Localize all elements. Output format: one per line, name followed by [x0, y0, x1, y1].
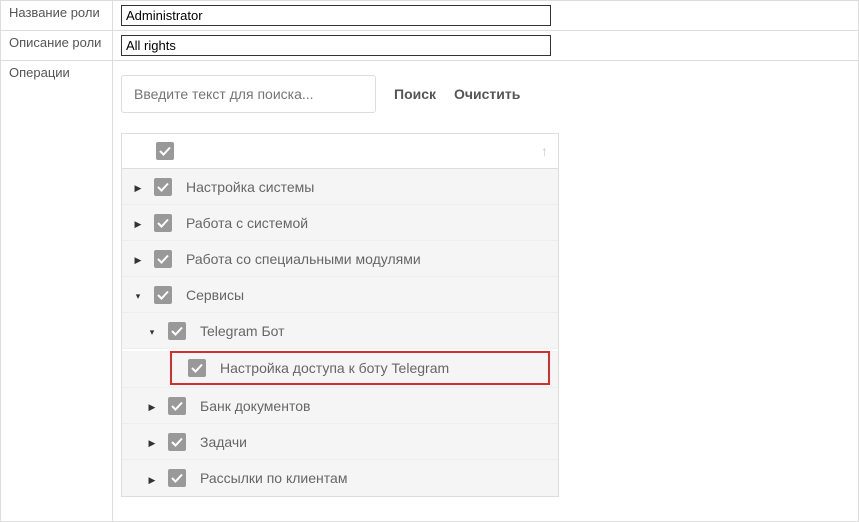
row-checkbox[interactable] [154, 286, 172, 304]
row-checkbox[interactable] [154, 178, 172, 196]
check-icon [157, 253, 169, 265]
expand-right-icon[interactable]: ▶ [149, 475, 156, 486]
expand-right-icon[interactable]: ▶ [135, 255, 142, 266]
tree-row[interactable]: ▾ Telegram Бот [122, 313, 558, 349]
check-icon [171, 436, 183, 448]
tree-item-label: Сервисы [186, 287, 244, 303]
clear-button[interactable]: Очистить [454, 86, 520, 102]
tree-row[interactable]: ▶ Настройка системы [122, 169, 558, 205]
tree-header: ↑ [122, 134, 558, 169]
tree-row[interactable]: ▶ Работа с системой [122, 205, 558, 241]
search-row: Поиск Очистить [121, 75, 850, 113]
check-icon [171, 400, 183, 412]
tree-row[interactable]: ▶ Работа со специальными модулями [122, 241, 558, 277]
check-icon [159, 145, 171, 157]
select-all-checkbox[interactable] [156, 142, 174, 160]
tree-item-label: Рассылки по клиентам [200, 470, 347, 486]
tree-item-label: Настройка системы [186, 179, 314, 195]
check-icon [157, 181, 169, 193]
expand-right-icon[interactable]: ▶ [135, 183, 142, 194]
tree-row[interactable]: ▶ Задачи [122, 424, 558, 460]
role-name-input[interactable] [121, 5, 551, 26]
row-checkbox[interactable] [154, 214, 172, 232]
tree-item-label: Банк документов [200, 398, 310, 414]
row-checkbox[interactable] [168, 469, 186, 487]
expand-right-icon[interactable]: ▶ [149, 402, 156, 413]
check-icon [171, 472, 183, 484]
role-desc-label: Описание роли [1, 31, 113, 61]
sort-up-icon[interactable]: ↑ [541, 143, 548, 159]
expand-down-icon[interactable]: ▾ [136, 291, 141, 302]
operations-panel: Поиск Очистить ↑ ▶ Настройка систе [121, 65, 850, 517]
row-checkbox[interactable] [168, 397, 186, 415]
check-icon [157, 289, 169, 301]
check-icon [191, 362, 203, 374]
tree-row[interactable]: ▾ Сервисы [122, 277, 558, 313]
tree-row[interactable]: ▶ Рассылки по клиентам [122, 460, 558, 496]
row-checkbox[interactable] [168, 322, 186, 340]
tree-item-label: Настройка доступа к боту Telegram [220, 360, 449, 376]
operations-tree: ↑ ▶ Настройка системы ▶ Работа с системо… [121, 133, 559, 497]
search-input[interactable] [121, 75, 376, 113]
row-checkbox[interactable] [168, 433, 186, 451]
tree-item-label: Работа со специальными модулями [186, 251, 421, 267]
check-icon [171, 325, 183, 337]
role-form-table: Название роли Описание роли Операции Пои… [0, 0, 859, 522]
highlighted-row[interactable]: Настройка доступа к боту Telegram [170, 351, 550, 385]
role-desc-input[interactable] [121, 35, 551, 56]
operations-label: Операции [1, 61, 113, 522]
expand-right-icon[interactable]: ▶ [135, 219, 142, 230]
expand-right-icon[interactable]: ▶ [149, 438, 156, 449]
role-name-label: Название роли [1, 1, 113, 31]
search-button[interactable]: Поиск [394, 86, 436, 102]
row-checkbox[interactable] [154, 250, 172, 268]
row-checkbox[interactable] [188, 359, 206, 377]
expand-down-icon[interactable]: ▾ [150, 327, 155, 338]
tree-row[interactable]: ▶ Банк документов [122, 388, 558, 424]
highlighted-row-wrap: Настройка доступа к боту Telegram [122, 351, 558, 388]
tree-item-label: Задачи [200, 434, 247, 450]
tree-item-label: Telegram Бот [200, 323, 285, 339]
tree-item-label: Работа с системой [186, 215, 308, 231]
check-icon [157, 217, 169, 229]
